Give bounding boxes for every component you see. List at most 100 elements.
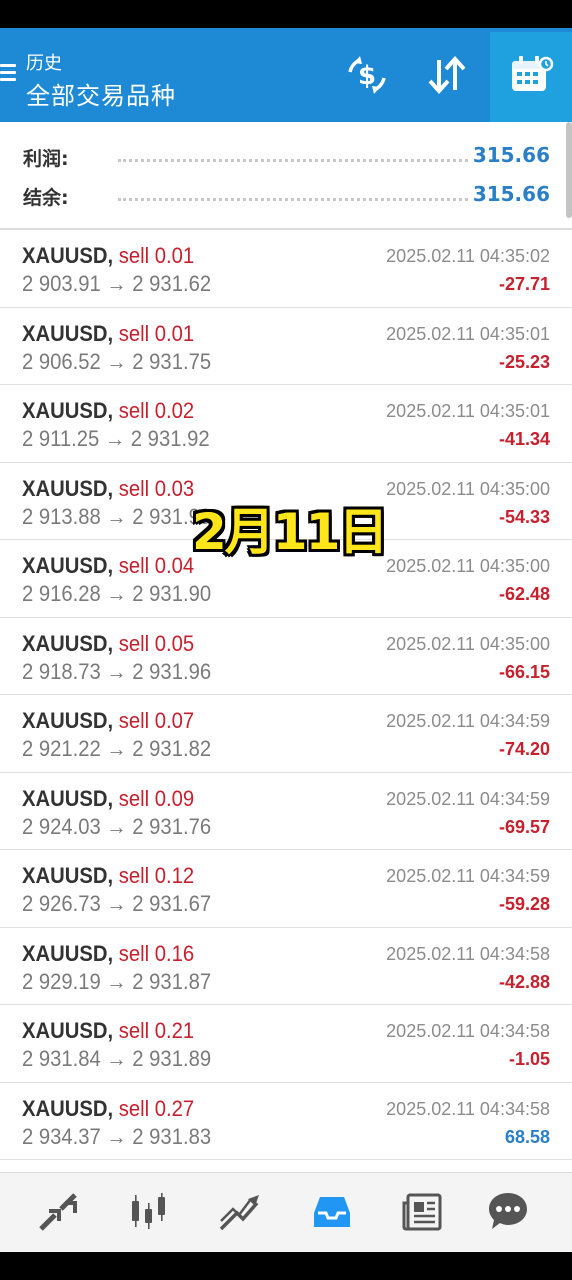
- deal-time: 2025.02.11 04:34:59: [386, 711, 550, 731]
- history-content[interactable]: 利润: 315.66 结余: 315.66 XAUUSD, sell 0.01 2…: [0, 122, 572, 1172]
- close-price: 2 931.92: [130, 426, 210, 451]
- arrow-icon: →: [106, 813, 127, 839]
- deal-time: 2025.02.11 04:35:00: [386, 633, 550, 654]
- close-price: 2 931.89: [132, 1046, 212, 1071]
- open-price: 2 903.91: [22, 271, 101, 296]
- deal-symbol: XAUUSD, sell 0.16: [22, 941, 194, 967]
- chart-icon[interactable]: [126, 1189, 172, 1235]
- profit-label: 利润:: [23, 148, 69, 170]
- deal-row[interactable]: XAUUSD, sell 0.21 2 931.84 → 2 931.89 2025…: [0, 1005, 572, 1083]
- deal-prices: 2 934.37 → 2 931.83: [22, 1124, 211, 1150]
- deal-symbol: XAUUSD, sell 0.02: [22, 398, 194, 424]
- deal-type: sell 0.01: [118, 243, 195, 268]
- chat-icon[interactable]: [485, 1189, 531, 1235]
- close-price: 2 931.75: [132, 348, 212, 374]
- dotted-leader: [118, 159, 468, 162]
- symbol-text: XAUUSD,: [22, 708, 114, 733]
- deal-prices: 2 906.52 → 2 931.75: [22, 349, 211, 375]
- deal-profit: -74.20: [498, 739, 550, 759]
- symbol-text: XAUUSD,: [22, 785, 114, 811]
- close-price: 2 931.87: [132, 968, 212, 994]
- deal-symbol: XAUUSD, sell 0.04: [22, 553, 194, 579]
- quotes-icon[interactable]: [35, 1189, 81, 1235]
- close-price: 2 931.90: [132, 581, 212, 606]
- open-price: 2 929.19: [22, 968, 101, 994]
- balance-label: 结余:: [23, 187, 69, 209]
- deal-prices: 2 911.25 → 2 931.92: [22, 426, 210, 452]
- open-price: 2 911.25: [22, 426, 100, 451]
- deal-type: sell 0.09: [118, 785, 195, 811]
- app-header: 历史 全部交易品种 $: [0, 28, 572, 122]
- deal-prices: 2 926.73 → 2 931.67: [22, 891, 211, 917]
- deal-symbol: XAUUSD, sell 0.09: [22, 786, 194, 812]
- deal-time: 2025.02.11 04:34:58: [386, 1098, 550, 1119]
- header-subtitle: 历史: [26, 53, 62, 74]
- overlay-caption: 2月11日: [192, 503, 388, 561]
- arrow-icon: →: [106, 1046, 127, 1071]
- deal-row[interactable]: XAUUSD, sell 0.27 2 934.37 → 2 931.83 2025…: [0, 1082, 572, 1160]
- symbol-text: XAUUSD,: [22, 1095, 114, 1121]
- open-price: 2 918.73: [22, 658, 101, 684]
- deal-symbol: XAUUSD, sell 0.21: [22, 1018, 194, 1044]
- deal-symbol: XAUUSD, sell 0.01: [22, 321, 194, 347]
- balance-row: 结余: 315.66: [0, 181, 572, 211]
- history-icon[interactable]: [309, 1189, 355, 1235]
- close-price: 2 931.96: [132, 658, 212, 684]
- symbol-text: XAUUSD,: [22, 320, 114, 346]
- open-price: 2 921.22: [22, 736, 101, 761]
- deal-list: XAUUSD, sell 0.01 2 903.91 → 2 931.62 2025…: [0, 230, 572, 1160]
- deal-row[interactable]: XAUUSD, sell 0.07 2 921.22 → 2 931.82 2025…: [0, 695, 572, 773]
- calendar-icon[interactable]: [508, 52, 554, 98]
- deal-profit: 68.58: [504, 1126, 550, 1147]
- sort-icon[interactable]: [424, 52, 470, 98]
- deal-prices: 2 916.28 → 2 931.90: [22, 581, 211, 607]
- deal-symbol: XAUUSD, sell 0.01: [22, 243, 194, 269]
- deal-prices: 2 924.03 → 2 931.76: [22, 814, 211, 840]
- bottom-nav: [0, 1172, 572, 1253]
- arrow-icon: →: [106, 348, 127, 374]
- arrow-icon: →: [106, 658, 127, 684]
- symbol-text: XAUUSD,: [22, 1018, 114, 1043]
- deal-prices: 2 921.22 → 2 931.82: [22, 736, 211, 762]
- arrow-icon: →: [106, 271, 127, 296]
- deal-profit: -27.71: [498, 274, 550, 294]
- arrow-icon: →: [106, 1123, 127, 1149]
- deal-row[interactable]: XAUUSD, sell 0.01 2 906.52 → 2 931.75 2025…: [0, 307, 572, 385]
- deal-symbol: XAUUSD, sell 0.03: [22, 476, 194, 502]
- calendar-tab[interactable]: [490, 32, 572, 122]
- deal-row[interactable]: XAUUSD, sell 0.05 2 918.73 → 2 931.96 2025…: [0, 617, 572, 695]
- arrow-icon: →: [106, 503, 127, 529]
- menu-icon[interactable]: [0, 64, 18, 86]
- deal-row[interactable]: XAUUSD, sell 0.01 2 903.91 → 2 931.62 2025…: [0, 230, 572, 308]
- summary-panel: 利润: 315.66 结余: 315.66: [0, 122, 572, 230]
- deal-symbol: XAUUSD, sell 0.05: [22, 631, 194, 657]
- arrow-icon: →: [104, 426, 126, 451]
- arrow-icon: →: [106, 968, 127, 994]
- deal-profit: -66.15: [498, 661, 550, 682]
- deal-type: sell 0.12: [118, 863, 195, 888]
- deal-profit: -1.05: [508, 1049, 550, 1069]
- deal-time: 2025.02.11 04:35:00: [386, 556, 550, 576]
- deal-prices: 2 929.19 → 2 931.87: [22, 969, 211, 995]
- open-price: 2 906.52: [22, 348, 101, 374]
- deal-type: sell 0.03: [118, 475, 195, 501]
- deal-profit: -42.88: [498, 971, 550, 992]
- deal-time: 2025.02.11 04:34:59: [386, 788, 550, 809]
- deal-time: 2025.02.11 04:35:01: [386, 401, 550, 421]
- deposit-withdraw-icon[interactable]: $: [344, 52, 390, 98]
- scrollbar[interactable]: [566, 122, 572, 218]
- symbol-text: XAUUSD,: [22, 553, 114, 578]
- close-price: 2 931.82: [132, 736, 212, 761]
- deal-profit: -54.33: [498, 506, 550, 527]
- android-nav-bar: [0, 1252, 572, 1280]
- news-icon[interactable]: [400, 1189, 446, 1235]
- trade-icon[interactable]: [217, 1189, 263, 1235]
- deal-time: 2025.02.11 04:34:58: [386, 1021, 550, 1041]
- deal-row[interactable]: XAUUSD, sell 0.12 2 926.73 → 2 931.67 2025…: [0, 850, 572, 928]
- header-title[interactable]: 全部交易品种: [26, 76, 176, 111]
- deal-row[interactable]: XAUUSD, sell 0.02 2 911.25 → 2 931.92 2025…: [0, 385, 572, 463]
- arrow-icon: →: [106, 736, 127, 761]
- deal-row[interactable]: XAUUSD, sell 0.09 2 924.03 → 2 931.76 2025…: [0, 772, 572, 850]
- deal-row[interactable]: XAUUSD, sell 0.16 2 929.19 → 2 931.87 2025…: [0, 927, 572, 1005]
- open-price: 2 913.88: [22, 503, 101, 529]
